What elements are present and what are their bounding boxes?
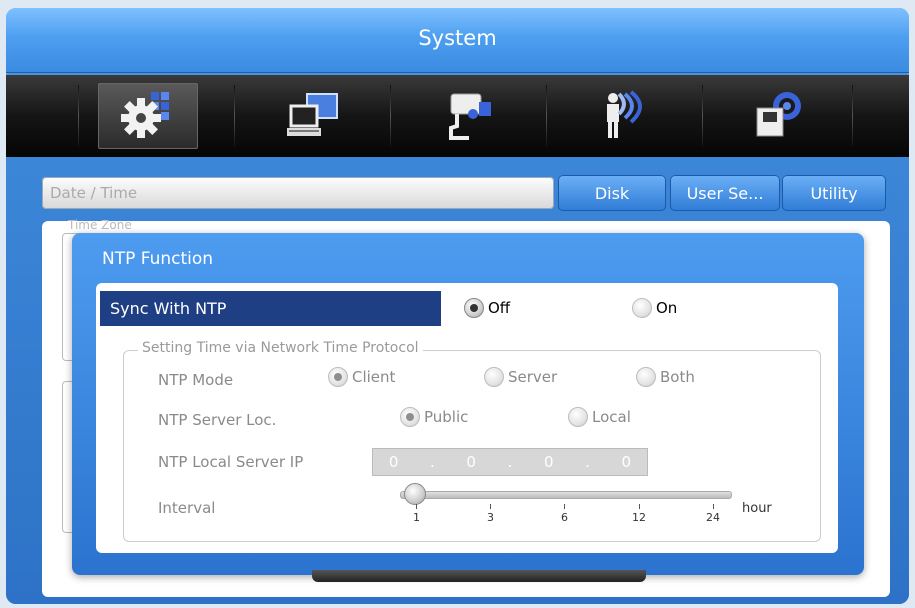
- radio-label: Off: [488, 299, 511, 317]
- sync-on-radio[interactable]: On: [632, 298, 677, 318]
- loc-local-radio[interactable]: Local: [568, 407, 631, 427]
- radio-selected-icon: [464, 298, 484, 318]
- dialog-bottom-handle: [312, 570, 646, 582]
- ip-separator: .: [429, 453, 435, 471]
- network-icon: [287, 93, 338, 136]
- tick-label: 1: [413, 511, 420, 524]
- tab-user-settings[interactable]: User Se...: [670, 175, 780, 211]
- storage-icon: [756, 92, 801, 137]
- event-icon: [607, 90, 642, 138]
- tick-label: 3: [487, 511, 494, 524]
- sync-with-ntp-label: Sync With NTP: [100, 291, 441, 326]
- local-ip-field[interactable]: 0 . 0 . 0 . 0: [372, 448, 648, 476]
- interval-label: Interval: [158, 499, 216, 517]
- network-button[interactable]: [262, 83, 362, 149]
- radio-unselected-icon: [632, 298, 652, 318]
- radio-unselected-icon: [484, 367, 504, 387]
- tab-date-time[interactable]: Date / Time: [42, 177, 554, 209]
- radio-selected-icon: [328, 367, 348, 387]
- toolbar-divider: [390, 85, 391, 147]
- group-label: Setting Time via Network Time Protocol: [138, 340, 423, 356]
- radio-unselected-icon: [568, 407, 588, 427]
- storage-button[interactable]: [728, 83, 828, 149]
- toolbar-divider: [852, 85, 853, 147]
- interval-slider-handle[interactable]: [404, 483, 426, 505]
- radio-label: Server: [508, 368, 558, 386]
- tab-disk[interactable]: Disk: [558, 175, 666, 211]
- window-title: System: [418, 26, 497, 50]
- slider-tick: [713, 504, 714, 509]
- toolbar-divider: [702, 85, 703, 147]
- dialog-body: Sync With NTP Off On Setting Time via Ne…: [96, 283, 838, 553]
- system-settings-button[interactable]: [98, 83, 198, 149]
- server-loc-label: NTP Server Loc.: [158, 411, 277, 429]
- ip-octet: 0: [466, 453, 476, 471]
- time-zone-label: Time Zone: [68, 218, 132, 232]
- slider-tick: [564, 504, 565, 509]
- local-ip-label: NTP Local Server IP: [158, 453, 304, 471]
- interval-unit: hour: [742, 501, 772, 516]
- radio-label: Client: [352, 368, 396, 386]
- category-toolbar: [6, 75, 909, 157]
- sync-off-radio[interactable]: Off: [464, 298, 510, 318]
- event-button[interactable]: [572, 83, 672, 149]
- camera-icon: [449, 93, 491, 140]
- mode-client-radio[interactable]: Client: [328, 367, 395, 387]
- tick-label: 24: [706, 511, 720, 524]
- interval-slider[interactable]: [400, 491, 732, 499]
- radio-label: Public: [424, 408, 469, 426]
- title-bar: System: [6, 8, 909, 73]
- mode-server-radio[interactable]: Server: [484, 367, 557, 387]
- system-settings-icon: [121, 92, 169, 138]
- radio-label: Both: [660, 368, 695, 386]
- ntp-mode-label: NTP Mode: [158, 371, 234, 389]
- ip-separator: .: [507, 453, 513, 471]
- tab-utility[interactable]: Utility: [782, 175, 886, 211]
- mode-both-radio[interactable]: Both: [636, 367, 695, 387]
- toolbar-divider: [234, 85, 235, 147]
- radio-unselected-icon: [636, 367, 656, 387]
- ip-octet: 0: [388, 453, 399, 471]
- toolbar-divider: [546, 85, 547, 147]
- slider-tick: [639, 504, 640, 509]
- ntp-dialog: NTP Function Sync With NTP Off On Settin…: [72, 233, 864, 575]
- ip-octet: 0: [543, 453, 554, 471]
- radio-label: On: [656, 299, 678, 317]
- ip-octet: 0: [621, 453, 632, 471]
- toolbar-divider: [78, 85, 79, 147]
- radio-selected-icon: [400, 407, 420, 427]
- tick-label: 12: [632, 511, 646, 524]
- ip-separator: .: [585, 453, 590, 471]
- radio-label: Local: [592, 408, 631, 426]
- slider-tick: [416, 504, 417, 509]
- tick-label: 6: [561, 511, 568, 524]
- dialog-title: NTP Function: [102, 249, 214, 269]
- loc-public-radio[interactable]: Public: [400, 407, 468, 427]
- camera-button[interactable]: [418, 83, 518, 149]
- slider-tick: [490, 504, 491, 509]
